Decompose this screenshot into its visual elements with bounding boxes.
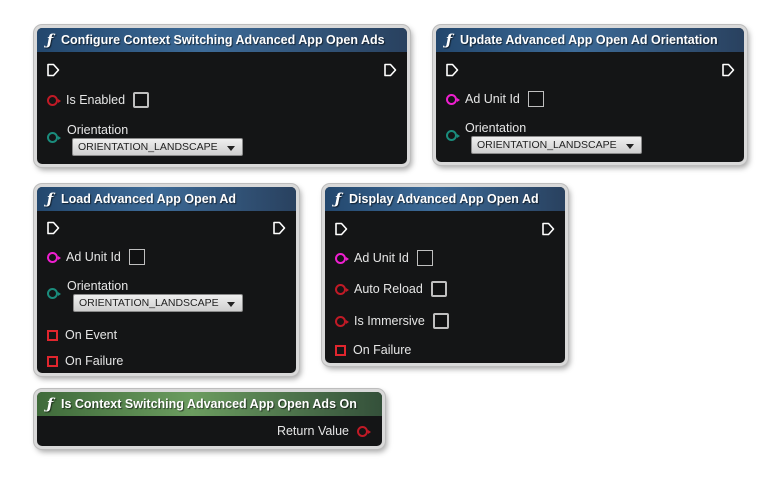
exec-in-pin-icon[interactable] [334,222,348,236]
chevron-down-icon [626,144,634,149]
pin-row-on-event: On Event [47,328,117,342]
pin-label: On Failure [65,354,124,368]
event-pin-icon[interactable] [47,355,58,367]
node-configure-context-switching[interactable]: ƒ Configure Context Switching Advanced A… [34,25,410,167]
node-title: Update Advanced App Open Ad Orientation [460,33,718,47]
node-load-app-open-ad[interactable]: ƒ Load Advanced App Open Ad Ad Unit Id O… [34,184,299,376]
bool-pin-icon[interactable] [47,94,61,106]
exec-out-pin-icon[interactable] [272,221,286,235]
node-display-app-open-ad[interactable]: ƒ Display Advanced App Open Ad Ad Unit I… [322,184,568,366]
pin-label: Is Enabled [66,93,126,107]
function-icon: ƒ [334,190,342,208]
chevron-down-icon [227,302,235,307]
node-header[interactable]: ƒ Is Context Switching Advanced App Open… [37,392,382,416]
ad-unit-id-input[interactable] [527,91,544,107]
pin-row-auto-reload: Auto Reload [335,281,447,297]
exec-out-pin-icon[interactable] [721,63,735,77]
pin-label: Orientation [465,121,527,135]
ad-unit-id-input[interactable] [128,249,145,265]
dropdown-value: ORIENTATION_LANDSCAPE [477,139,617,151]
event-pin-icon[interactable] [335,344,346,356]
exec-out-pin-icon[interactable] [383,63,397,77]
string-pin-icon[interactable] [47,251,61,263]
ad-unit-id-input[interactable] [416,250,433,266]
function-icon: ƒ [46,395,54,413]
node-header[interactable]: ƒ Display Advanced App Open Ad [325,187,565,211]
string-pin-icon[interactable] [335,252,349,264]
function-icon: ƒ [445,31,453,49]
string-pin-icon[interactable] [446,93,460,105]
exec-in-pin-icon[interactable] [46,221,60,235]
node-header[interactable]: ƒ Configure Context Switching Advanced A… [37,28,407,52]
dropdown-value: ORIENTATION_LANDSCAPE [79,297,219,309]
pin-row-is-enabled: Is Enabled [47,92,150,108]
exec-in-pin-icon[interactable] [445,63,459,77]
enum-pin-icon[interactable] [47,132,61,143]
dropdown-value: ORIENTATION_LANDSCAPE [78,141,218,153]
pin-row-orientation [446,130,465,141]
pin-row-is-immersive: Is Immersive [335,313,449,329]
node-update-orientation[interactable]: ƒ Update Advanced App Open Ad Orientatio… [433,25,747,165]
function-icon: ƒ [46,31,54,49]
enum-pin-icon[interactable] [47,288,61,299]
node-title: Is Context Switching Advanced App Open A… [61,397,357,411]
pin-label: Ad Unit Id [66,250,121,264]
orientation-dropdown[interactable]: ORIENTATION_LANDSCAPE [471,136,642,154]
enum-pin-icon[interactable] [446,130,460,141]
exec-in-pin-icon[interactable] [46,63,60,77]
pin-row-on-failure: On Failure [335,343,411,357]
node-title: Display Advanced App Open Ad [349,192,539,206]
bool-pin-icon[interactable] [357,425,371,437]
exec-out-pin-icon[interactable] [541,222,555,236]
orientation-dropdown[interactable]: ORIENTATION_LANDSCAPE [73,294,243,312]
pin-label: Ad Unit Id [354,251,409,265]
auto-reload-checkbox[interactable] [430,281,447,297]
orientation-dropdown[interactable]: ORIENTATION_LANDSCAPE [72,138,243,156]
pin-label: On Event [65,328,118,342]
chevron-down-icon [227,146,235,151]
pin-label: Return Value [276,424,349,438]
pin-label: Orientation [67,279,129,293]
node-header[interactable]: ƒ Update Advanced App Open Ad Orientatio… [436,28,744,52]
bool-pin-icon[interactable] [335,315,349,327]
node-title: Configure Context Switching Advanced App… [61,33,385,47]
pin-row-return-value: Return Value [276,424,371,438]
pin-label: Ad Unit Id [465,92,520,106]
is-immersive-checkbox[interactable] [432,313,449,329]
pin-row-orientation [47,288,66,299]
event-pin-icon[interactable] [47,329,58,341]
bool-pin-icon[interactable] [335,283,349,295]
pin-row-ad-unit-id: Ad Unit Id [446,91,544,107]
pin-label: Is Immersive [354,314,425,328]
pin-label: Orientation [67,123,129,137]
is-enabled-checkbox[interactable] [133,92,150,108]
pin-label: On Failure [353,343,412,357]
node-title: Load Advanced App Open Ad [61,192,237,206]
pin-row-ad-unit-id: Ad Unit Id [335,250,433,266]
pin-row-orientation [47,132,66,143]
function-icon: ƒ [46,190,54,208]
node-is-context-switching-on[interactable]: ƒ Is Context Switching Advanced App Open… [34,389,385,449]
pin-row-ad-unit-id: Ad Unit Id [47,249,145,265]
pin-row-on-failure: On Failure [47,354,123,368]
pin-label: Auto Reload [354,282,423,296]
node-header[interactable]: ƒ Load Advanced App Open Ad [37,187,296,211]
